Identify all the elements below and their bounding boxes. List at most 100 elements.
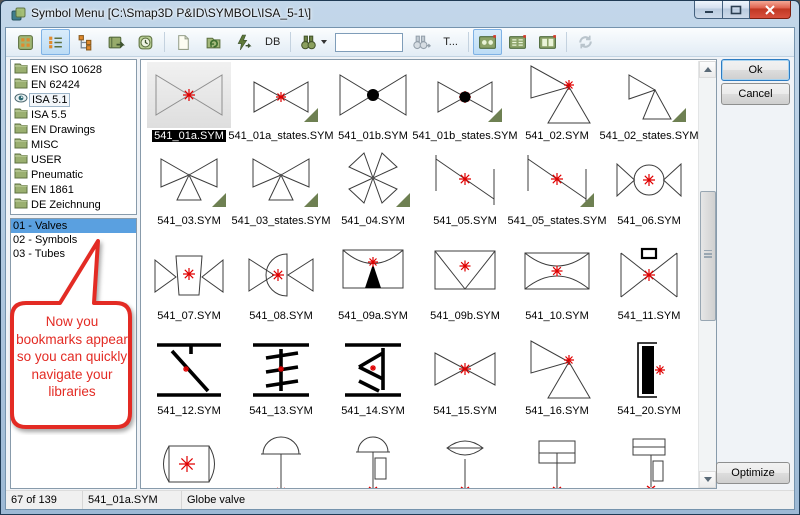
symbol-cell[interactable] <box>511 431 603 488</box>
search-button[interactable] <box>295 29 331 55</box>
symbol-cell[interactable]: 541_01a_states.SYM <box>228 61 334 146</box>
reload-library-button[interactable] <box>199 29 228 55</box>
symbol-cell[interactable] <box>419 431 511 488</box>
symbol-thumbnail <box>331 432 415 488</box>
symbol-cell[interactable] <box>235 431 327 488</box>
text-search-button-label: T... <box>443 36 458 48</box>
toolbar-separator <box>565 32 567 52</box>
folder-icon <box>14 137 28 152</box>
symbol-cell[interactable]: 541_20.SYM <box>603 336 695 431</box>
library-item[interactable]: EN 62424 <box>11 77 136 92</box>
symbol-cell[interactable]: 541_16.SYM <box>511 336 603 431</box>
library-item-label: EN 62424 <box>31 78 80 91</box>
find-next-button[interactable] <box>407 29 436 55</box>
symbol-cell[interactable] <box>143 431 235 488</box>
symbol-cell[interactable]: 541_04.SYM <box>327 146 419 241</box>
eye-icon <box>14 92 28 107</box>
minimize-button[interactable] <box>694 1 723 19</box>
symbol-cell[interactable]: 541_03.SYM <box>143 146 235 241</box>
threeway-icon <box>160 158 226 207</box>
maximize-button[interactable] <box>723 1 750 19</box>
symbol-cell[interactable]: 541_14.SYM <box>327 336 419 431</box>
list-view-icon <box>509 34 526 49</box>
symbol-cell[interactable]: 541_07.SYM <box>143 241 235 336</box>
new-document-icon <box>178 34 189 50</box>
library-item[interactable]: EN ISO 10628 <box>11 62 136 77</box>
recent-symbols-button[interactable] <box>131 29 160 55</box>
symbol-cell[interactable] <box>603 431 695 488</box>
library-item[interactable]: EN 1861 <box>11 182 136 197</box>
library-item[interactable]: MISC <box>11 137 136 152</box>
fourway-icon <box>348 152 410 207</box>
drum-icon <box>163 445 215 483</box>
scroll-down-button[interactable] <box>699 471 716 488</box>
symbol-cell[interactable]: 541_01b_states.SYM <box>412 61 518 146</box>
globe_ast-icon <box>616 162 682 198</box>
optimize-button[interactable]: Optimize <box>716 462 790 484</box>
symbol-cell[interactable]: 541_03_states.SYM <box>231 146 331 241</box>
database-button[interactable]: DB <box>259 29 286 55</box>
bookmark-item[interactable]: 01 - Valves <box>11 219 136 233</box>
ok-button[interactable]: Ok <box>721 59 790 81</box>
bookmark-item[interactable]: 02 - Symbols <box>11 233 136 247</box>
symbol-cell[interactable]: 541_05.SYM <box>419 146 511 241</box>
toolbar: DB T... <box>6 28 794 57</box>
symbol-cell[interactable]: 541_01a.SYM <box>143 61 235 146</box>
venturi-icon <box>524 252 590 290</box>
tree-structure-button[interactable] <box>71 29 100 55</box>
search-input[interactable] <box>335 32 404 52</box>
folder-icon <box>14 182 28 197</box>
titlebar[interactable]: Symbol Menu [C:\Smap3D P&ID\SYMBOL\ISA_5… <box>1 1 799 27</box>
view-thumbnails-button[interactable] <box>472 29 502 55</box>
symbol-cell[interactable]: 541_09b.SYM <box>419 241 511 336</box>
symbol-overview-button[interactable] <box>11 29 40 55</box>
quick-place-button[interactable] <box>229 29 258 55</box>
status-description: Globe valve <box>187 494 246 506</box>
symbol-cell[interactable]: 541_11.SYM <box>603 241 695 336</box>
symbol-thumbnail <box>423 337 507 403</box>
text-search-button[interactable]: T... <box>437 29 464 55</box>
symbol-thumbnail <box>607 337 691 403</box>
symbol-cell[interactable]: 541_09a.SYM <box>327 241 419 336</box>
symbol-cell[interactable]: 541_15.SYM <box>419 336 511 431</box>
symbol-thumbnail <box>147 432 231 488</box>
bookmark-item[interactable]: 03 - Tubes <box>11 247 136 261</box>
symbol-thumbnail <box>147 147 231 213</box>
symbol-thumbnail <box>331 242 415 308</box>
symbol-menu-window: Symbol Menu [C:\Smap3D P&ID\SYMBOL\ISA_5… <box>0 0 800 515</box>
symbol-cell[interactable]: 541_02.SYM <box>511 61 603 146</box>
library-item[interactable]: ISA 5.5 <box>11 107 136 122</box>
bowtie_dot_ast-icon <box>437 81 502 122</box>
library-item-label: USER <box>31 153 62 166</box>
symbol-list-button[interactable] <box>41 29 70 55</box>
symbol-cell[interactable]: 541_12.SYM <box>143 336 235 431</box>
refresh-button[interactable] <box>571 29 600 55</box>
new-symbol-button[interactable] <box>169 29 198 55</box>
bookmark-library-button[interactable] <box>101 29 130 55</box>
scrollbar-thumb[interactable] <box>700 191 716 321</box>
symbol-cell[interactable]: 541_01b.SYM <box>327 61 419 146</box>
grid-scrollbar[interactable] <box>698 61 716 488</box>
library-item[interactable]: Pneumatic <box>11 167 136 182</box>
symbol-cell[interactable] <box>327 431 419 488</box>
library-item[interactable]: DE Zeichnung <box>11 197 136 212</box>
symbol-cell[interactable]: 541_05_states.SYM <box>507 146 607 241</box>
library-item[interactable]: EN Drawings <box>11 122 136 137</box>
cancel-button[interactable]: Cancel <box>721 83 790 105</box>
symbol-filename: 541_09b.SYM <box>430 310 500 322</box>
library-item[interactable]: ISA 5.1 <box>11 92 136 107</box>
symbol-cell[interactable]: 541_10.SYM <box>511 241 603 336</box>
view-list-button[interactable] <box>503 29 532 55</box>
close-button[interactable] <box>750 1 791 19</box>
symbol-cell[interactable]: 541_06.SYM <box>603 146 695 241</box>
symbol-cell[interactable]: 541_13.SYM <box>235 336 327 431</box>
library-item[interactable]: USER <box>11 152 136 167</box>
bookmark-book-icon <box>108 36 125 48</box>
symbol-filename: 541_07.SYM <box>157 310 221 322</box>
scroll-up-button[interactable] <box>699 61 716 78</box>
symbol-cell[interactable]: 541_02_states.SYM <box>599 61 699 146</box>
find-next-binoculars-icon <box>413 35 431 49</box>
view-details-button[interactable] <box>533 29 562 55</box>
symbol-thumbnail <box>607 432 691 488</box>
symbol-cell[interactable]: 541_08.SYM <box>235 241 327 336</box>
